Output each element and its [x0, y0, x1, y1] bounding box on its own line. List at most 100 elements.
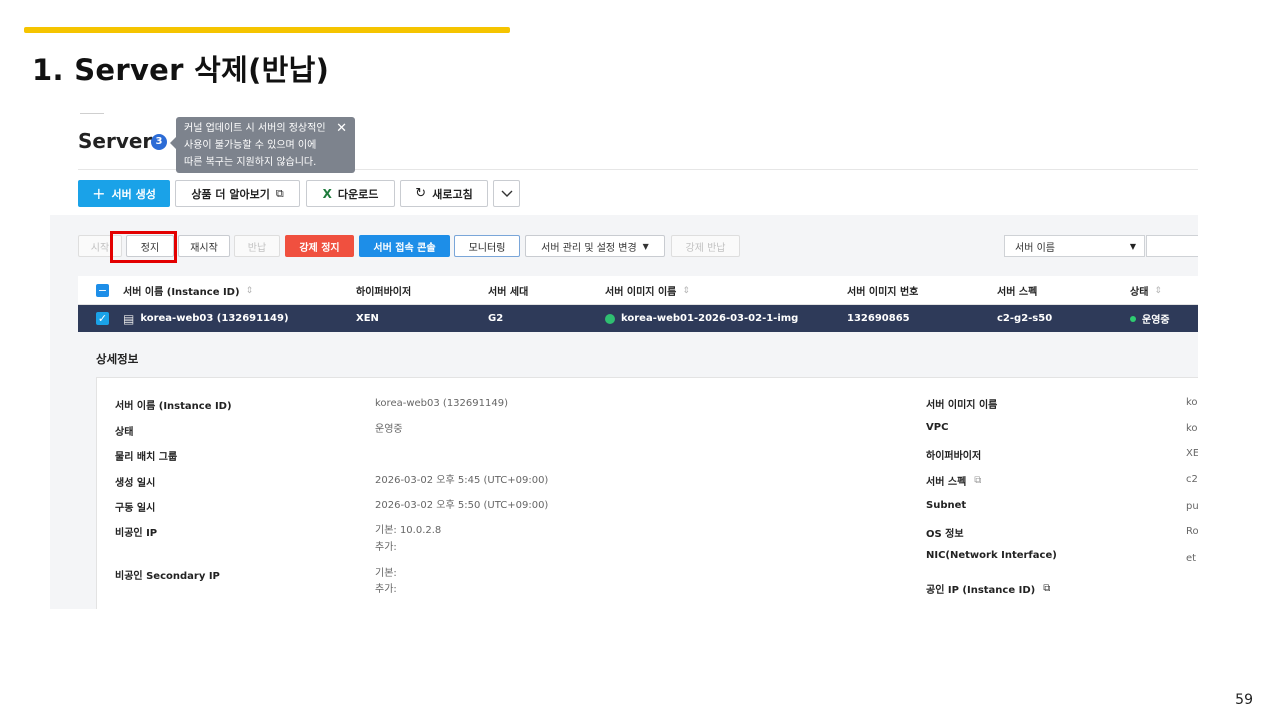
- detail-value: et: [1186, 553, 1197, 564]
- create-server-button[interactable]: + 서버 생성: [78, 180, 170, 207]
- learn-more-button[interactable]: 상품 더 알아보기 ⧉: [175, 180, 300, 207]
- server-console-button[interactable]: 서버 접속 콘솔: [359, 235, 450, 257]
- sort-icon[interactable]: ⇕: [682, 286, 690, 296]
- copy-icon[interactable]: ⧉: [1043, 583, 1050, 594]
- detail-label: 서버 이미지 이름: [926, 400, 998, 411]
- excel-icon: X: [322, 186, 332, 201]
- detail-panel: [96, 377, 1198, 609]
- detail-value: ko: [1186, 397, 1198, 408]
- detail-value: pu: [1186, 501, 1198, 512]
- cell-spec: c2-g2-s50: [997, 313, 1053, 324]
- sort-icon[interactable]: ⇕: [246, 286, 254, 296]
- os-icon: [605, 313, 615, 324]
- detail-value: 2026-03-02 오후 5:50 (UTC+09:00): [375, 500, 549, 511]
- search-field-value: 서버 이름: [1015, 242, 1055, 254]
- detail-value: XE: [1186, 448, 1198, 459]
- detail-value: 기본: 10.0.2.8: [375, 525, 442, 536]
- refresh-icon: ↻: [415, 186, 427, 201]
- force-stop-button[interactable]: 강제 정지: [285, 235, 354, 257]
- detail-value: Ro: [1186, 526, 1198, 537]
- server-icon: ▤: [123, 311, 135, 326]
- server-manage-dropdown[interactable]: 서버 관리 및 설정 변경 ▼: [525, 235, 665, 257]
- accent-bar: [24, 27, 510, 33]
- download-button[interactable]: X 다운로드: [306, 180, 395, 207]
- detail-value: 기본:: [375, 568, 397, 579]
- plus-icon: +: [92, 183, 106, 203]
- detail-label: OS 정보: [926, 529, 964, 540]
- column-header-hypervisor: 하이퍼바이저: [356, 287, 412, 298]
- create-server-label: 서버 생성: [111, 187, 156, 201]
- row-checkbox[interactable]: ✓: [96, 312, 109, 325]
- column-header-generation: 서버 세대: [488, 287, 529, 298]
- slide-title: 1. Server 삭제(반납): [32, 53, 330, 87]
- cell-name-text: korea-web03 (132691149): [140, 313, 289, 324]
- more-dropdown-button[interactable]: [493, 180, 520, 207]
- select-all-checkbox[interactable]: −: [96, 284, 109, 297]
- detail-label: 서버 이름 (Instance ID): [115, 401, 232, 412]
- detail-label-text: 공인 IP (Instance ID): [926, 585, 1036, 596]
- search-field-select[interactable]: 서버 이름 ▼: [1004, 235, 1145, 257]
- cell-name: ▤ korea-web03 (132691149): [123, 305, 289, 332]
- detail-value: 운영중: [375, 424, 403, 435]
- detail-label: Subnet: [926, 500, 967, 511]
- detail-value: 추가:: [375, 584, 397, 595]
- return-button[interactable]: 반납: [234, 235, 280, 257]
- detail-label-spec: 서버 스펙 ⧉: [926, 473, 981, 488]
- force-return-button[interactable]: 강제 반납: [671, 235, 740, 257]
- detail-label: 생성 일시: [115, 478, 156, 489]
- detail-value: 추가:: [375, 542, 397, 553]
- column-header-status[interactable]: 상태 ⇕: [1130, 276, 1162, 305]
- cell-generation: G2: [488, 313, 504, 324]
- column-header-image-name[interactable]: 서버 이미지 이름 ⇕: [605, 276, 690, 305]
- monitoring-button[interactable]: 모니터링: [454, 235, 520, 257]
- detail-value: korea-web03 (132691149): [375, 398, 508, 409]
- detail-label-public-ip: 공인 IP (Instance ID) ⧉: [926, 581, 1050, 596]
- search-input[interactable]: [1146, 235, 1198, 257]
- console-screenshot: Server 3 커널 업데이트 시 서버의 정상적인 사용이 불가능할 수 있…: [50, 111, 1198, 609]
- tooltip-text: 커널 업데이트 시 서버의 정상적인 사용이 불가능할 수 있으며 이에 따른 …: [184, 123, 326, 168]
- detail-label: 상태: [115, 427, 134, 438]
- detail-label: 하이퍼바이저: [926, 451, 982, 462]
- restart-button[interactable]: 재시작: [178, 235, 230, 257]
- kernel-update-tooltip: 커널 업데이트 시 서버의 정상적인 사용이 불가능할 수 있으며 이에 따른 …: [170, 117, 355, 173]
- tooltip-arrow: [170, 137, 176, 149]
- highlight-box: [110, 231, 177, 263]
- caret-down-icon: ▼: [642, 241, 649, 251]
- column-label: 서버 이미지 이름: [605, 287, 677, 298]
- column-label: 서버 이름 (Instance ID): [123, 287, 240, 298]
- detail-value: c2: [1186, 474, 1198, 485]
- table-row[interactable]: ✓ ▤ korea-web03 (132691149) XEN G2 korea…: [78, 305, 1198, 332]
- detail-label: 비공인 Secondary IP: [115, 571, 220, 582]
- cell-hypervisor: XEN: [356, 313, 379, 324]
- copy-icon[interactable]: ⧉: [974, 475, 981, 486]
- divider: [80, 113, 104, 114]
- caret-down-icon: ▼: [1129, 241, 1136, 251]
- cell-image-name: korea-web01-2026-03-02-1-img: [605, 305, 798, 332]
- detail-value: ko: [1186, 423, 1198, 434]
- cell-image-no: 132690865: [847, 313, 910, 324]
- detail-section-title: 상세정보: [96, 352, 139, 366]
- server-manage-label: 서버 관리 및 설정 변경: [541, 242, 637, 254]
- detail-label: 구동 일시: [115, 503, 156, 514]
- column-header-image-no: 서버 이미지 번호: [847, 287, 919, 298]
- page-title: Server: [78, 129, 153, 153]
- server-table-header: − 서버 이름 (Instance ID) ⇕ 하이퍼바이저 서버 세대 서버 …: [78, 276, 1198, 305]
- refresh-button[interactable]: ↻ 새로고침: [400, 180, 488, 207]
- refresh-label: 새로고침: [432, 187, 473, 201]
- chevron-down-icon: [501, 190, 512, 197]
- detail-label: 물리 배치 그룹: [115, 452, 178, 463]
- close-icon[interactable]: ✕: [336, 120, 347, 137]
- server-count-badge: 3: [151, 134, 167, 150]
- cell-status: 운영중: [1130, 305, 1170, 332]
- cell-image-name-text: korea-web01-2026-03-02-1-img: [621, 313, 799, 324]
- cell-status-text: 운영중: [1142, 315, 1170, 326]
- detail-value: 2026-03-02 오후 5:45 (UTC+09:00): [375, 475, 549, 486]
- status-dot: [1130, 315, 1136, 322]
- column-header-spec: 서버 스펙: [997, 287, 1038, 298]
- download-label: 다운로드: [337, 187, 379, 201]
- detail-label-text: 서버 스펙: [926, 477, 967, 488]
- column-header-name[interactable]: 서버 이름 (Instance ID) ⇕: [123, 276, 253, 305]
- learn-more-label: 상품 더 알아보기: [191, 187, 270, 201]
- detail-label: 비공인 IP: [115, 528, 158, 539]
- sort-icon[interactable]: ⇕: [1154, 286, 1162, 296]
